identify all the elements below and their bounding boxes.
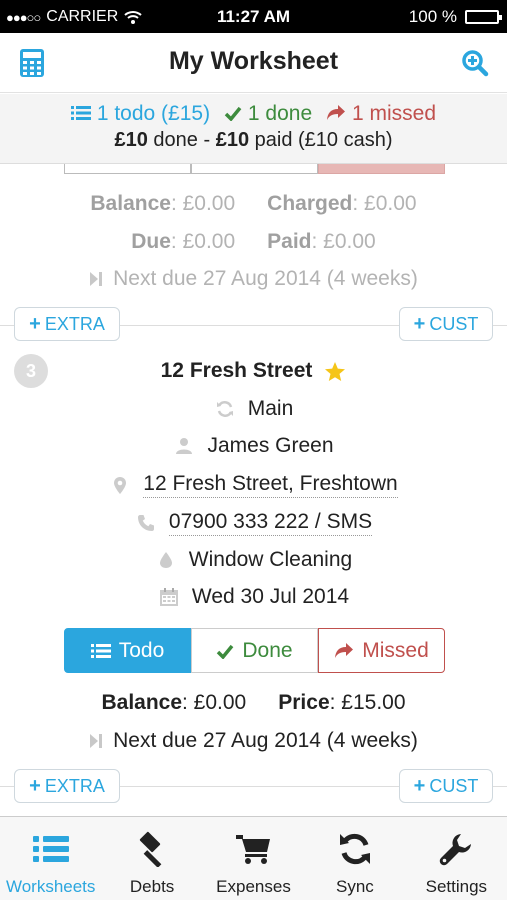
tab-sync[interactable]: Sync — [304, 817, 405, 900]
plus-icon: + — [413, 774, 426, 797]
map-marker-icon — [114, 476, 127, 494]
calendar-icon — [159, 588, 178, 606]
todo-button[interactable]: Todo — [64, 628, 191, 673]
phone-link[interactable]: 07900 333 222 — [169, 510, 309, 533]
plus-icon: + — [29, 312, 41, 335]
status-bar: ●●●○○ CARRIER 11:27 AM 100 % — [0, 0, 507, 33]
tab-expenses[interactable]: Expenses — [203, 817, 304, 900]
job-next-due: Next due 27 Aug 2014 (4 weeks) — [0, 729, 507, 753]
job-balance-row: Balance: £0.00 Price: £15.00 — [101, 691, 406, 714]
phone-row[interactable]: 07900 333 222 / SMS — [0, 510, 507, 536]
user-icon — [176, 438, 193, 454]
header: My Worksheet — [0, 33, 507, 93]
missed-summary[interactable]: 1 missed — [326, 102, 436, 126]
plus-icon: + — [29, 774, 41, 797]
tab-settings[interactable]: Settings — [406, 817, 507, 900]
tab-worksheets[interactable]: Worksheets — [0, 817, 101, 900]
add-customer-button[interactable]: + CUST — [399, 307, 493, 341]
refresh-icon — [216, 401, 233, 417]
add-customer-button[interactable]: + CUST — [399, 769, 493, 803]
battery-percent: 100 % — [408, 7, 457, 26]
page-title: My Worksheet — [168, 47, 339, 75]
job-title: 12 Fresh Street — [160, 359, 313, 382]
done-summary[interactable]: 1 done — [224, 102, 312, 126]
check-icon — [224, 106, 242, 122]
gavel-icon — [139, 831, 162, 867]
refresh-icon — [339, 833, 370, 865]
battery-icon — [465, 10, 502, 24]
todo-summary[interactable]: 1 todo (£15) — [70, 102, 210, 126]
prev-status-buttons — [64, 164, 445, 174]
missed-button[interactable]: Missed — [318, 628, 445, 673]
prev-due-row: Due: £0.00 Paid: £0.00 — [131, 230, 376, 253]
check-icon — [217, 644, 234, 659]
step-forward-icon — [90, 272, 103, 286]
add-extra-button[interactable]: + EXTRA — [14, 769, 120, 803]
water-drop-icon — [159, 552, 172, 568]
totals-line: £10 done - £10 paid (£10 cash) — [114, 129, 393, 151]
list-icon — [70, 106, 91, 120]
phone-icon — [137, 515, 154, 531]
job-title-row[interactable]: 12 Fresh Street — [0, 359, 507, 383]
sms-link[interactable]: SMS — [327, 510, 373, 533]
job-list[interactable]: Balance: £0.00 Charged: £0.00 Due: £0.00… — [0, 164, 507, 816]
address-row[interactable]: 12 Fresh Street, Freshtown — [0, 472, 507, 498]
plus-icon: + — [413, 312, 426, 335]
list-icon — [90, 643, 111, 658]
zoom-in-icon — [462, 50, 489, 77]
cart-icon — [235, 835, 270, 864]
tab-debts[interactable]: Debts — [101, 817, 202, 900]
customer-row[interactable]: James Green — [0, 434, 507, 458]
step-forward-icon — [90, 734, 103, 748]
done-button[interactable]: Done — [191, 628, 318, 673]
prev-balance-row: Balance: £0.00 Charged: £0.00 — [90, 192, 417, 215]
job-status-buttons: Todo Done Missed — [64, 628, 445, 673]
service-row: Window Cleaning — [0, 548, 507, 572]
date-row[interactable]: Wed 30 Jul 2014 — [0, 585, 507, 609]
list-icon — [32, 836, 69, 862]
add-extra-button[interactable]: + EXTRA — [14, 307, 120, 341]
wrench-icon — [440, 834, 472, 866]
address-link[interactable]: 12 Fresh Street, Freshtown — [143, 472, 398, 498]
summary-bar: 1 todo (£15) 1 done 1 missed £10 done - … — [0, 94, 507, 164]
share-arrow-icon — [327, 105, 346, 120]
prev-next-due: Next due 27 Aug 2014 (4 weeks) — [0, 267, 507, 291]
tab-bar: Worksheets Debts Expenses Sync Settings — [0, 816, 507, 900]
zoom-button[interactable] — [459, 47, 491, 79]
round-row: Main — [0, 397, 507, 421]
share-arrow-icon — [335, 643, 354, 658]
star-icon — [325, 361, 346, 381]
